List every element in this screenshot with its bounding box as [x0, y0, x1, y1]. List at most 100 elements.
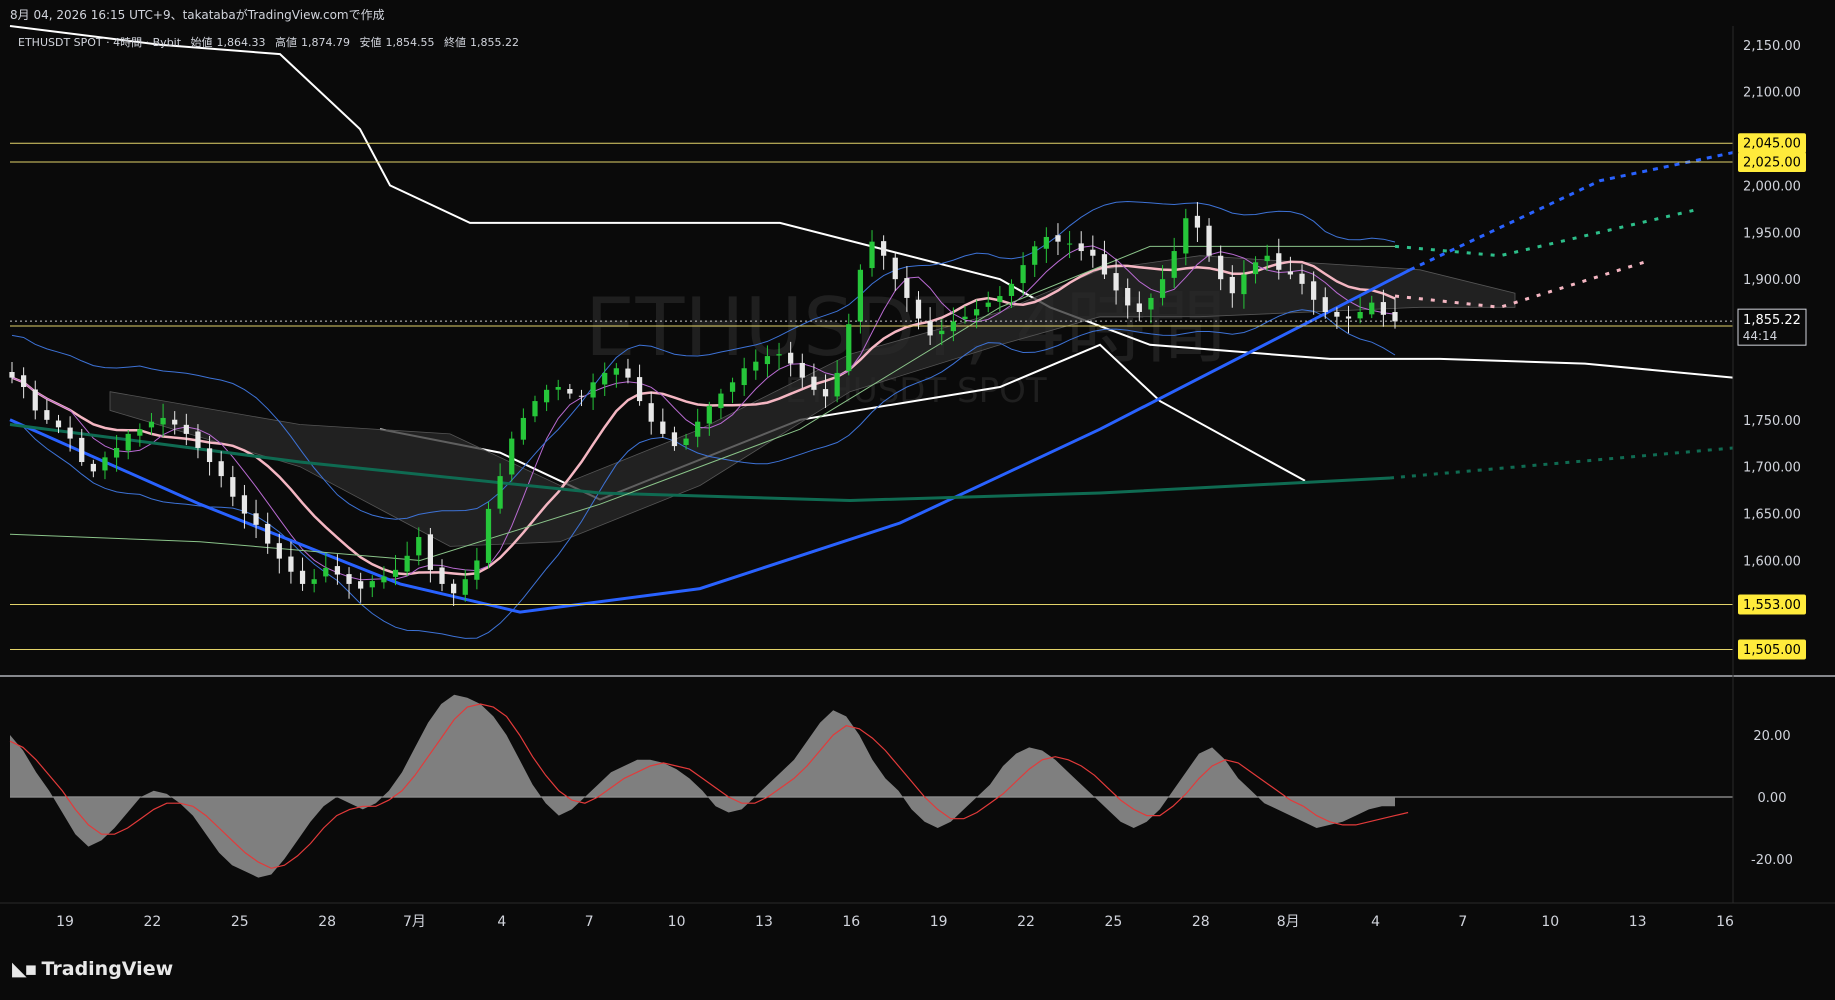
candle-body: [288, 556, 294, 572]
candle-body: [846, 324, 852, 372]
candle-body: [1276, 253, 1282, 270]
time-tick-label: 7: [585, 914, 594, 930]
candle-body: [44, 410, 50, 420]
price-tick-label: 2,000.00: [1743, 179, 1801, 194]
candle-body: [881, 241, 887, 256]
candle-body: [892, 257, 898, 280]
chart-canvas[interactable]: ETHUSDT, 4時間 ETHUSDT SPOT 2,045.002,025.…: [0, 0, 1835, 1000]
candle-body: [183, 424, 189, 434]
brand-name: TradingView: [41, 958, 174, 980]
candle-body: [1229, 276, 1235, 294]
time-tick-label: 19: [930, 914, 948, 930]
time-tick-label: 4: [497, 914, 506, 930]
last-price-text: 1,855.22: [1743, 313, 1801, 328]
high-label: 高値: [275, 36, 298, 49]
close-value: 1,855.22: [470, 36, 519, 49]
time-tick-label: 4: [1371, 914, 1380, 930]
candle-body: [1183, 218, 1189, 254]
candle-body: [1159, 279, 1166, 298]
candle-body: [462, 579, 468, 595]
bar-countdown: 44:14: [1743, 329, 1778, 343]
candle-body: [822, 389, 829, 397]
candle-body: [9, 372, 15, 378]
price-tick-label: 1,750.00: [1743, 414, 1801, 429]
candle-body: [346, 574, 352, 584]
price-tick-label: 2,150.00: [1743, 39, 1801, 54]
candle-body: [1032, 246, 1038, 265]
candle-body: [1322, 297, 1328, 312]
candle-body: [1194, 215, 1201, 228]
candle-body: [404, 555, 410, 572]
candle-body: [509, 438, 515, 475]
candle-body: [276, 543, 282, 559]
candle-body: [1299, 273, 1305, 284]
time-tick-label: 22: [143, 914, 161, 930]
candle-body: [241, 495, 248, 514]
footer: [0, 940, 1835, 1000]
candle-body: [648, 403, 654, 422]
candle-body: [90, 463, 96, 472]
candle-body: [102, 457, 108, 471]
low-label: 安値: [359, 36, 382, 49]
candle-body: [706, 405, 712, 424]
candle-body: [392, 569, 399, 577]
candle-body: [125, 433, 131, 451]
candle-body: [1101, 254, 1108, 275]
price-tick-label: 2,100.00: [1743, 86, 1801, 101]
candle-body: [21, 375, 27, 388]
candle-body: [636, 377, 643, 402]
time-tick-label: 28: [318, 914, 336, 930]
candle-body: [137, 429, 143, 436]
candle-body: [578, 395, 585, 397]
macd-tick-label: -20.00: [1751, 853, 1793, 868]
candle-body: [718, 393, 724, 409]
price-tick-label: 1,900.00: [1743, 273, 1801, 288]
candle-body: [323, 567, 329, 577]
time-tick-label: 19: [56, 914, 74, 930]
candle-body: [869, 241, 875, 269]
time-tick-label: 22: [1017, 914, 1035, 930]
candle-body: [962, 316, 968, 320]
candle-body: [904, 278, 910, 298]
candle-body: [602, 372, 608, 385]
price-tick-label: 1,600.00: [1743, 554, 1801, 569]
candle-body: [950, 321, 956, 332]
macd-tick-label: 20.00: [1753, 729, 1790, 744]
close-label: 終値: [444, 36, 466, 49]
candle-body: [1357, 311, 1363, 319]
candle-body: [79, 437, 85, 463]
candle-body: [358, 581, 364, 589]
candle-body: [427, 534, 434, 570]
candle-body: [253, 513, 259, 525]
level-label: 2,025.00: [1743, 155, 1801, 170]
candle-body: [927, 321, 933, 336]
candle-body: [1311, 281, 1317, 300]
candle-body: [218, 461, 224, 477]
candle-body: [1334, 311, 1340, 317]
time-tick-label: 13: [755, 914, 773, 930]
candle-body: [997, 296, 1003, 302]
candle-body: [753, 361, 759, 371]
candle-body: [776, 354, 782, 356]
candle-body: [1218, 255, 1224, 280]
candle-body: [230, 477, 236, 497]
candle-body: [543, 389, 550, 403]
candle-body: [567, 389, 573, 394]
candle-body: [497, 476, 503, 509]
price-tick-label: 1,650.00: [1743, 508, 1801, 523]
candle-body: [1369, 302, 1375, 315]
candle-body: [148, 421, 155, 428]
candle-body: [590, 382, 596, 398]
tradingview-logo-icon: ◣▪: [12, 958, 37, 980]
candle-body: [1136, 303, 1142, 312]
tradingview-logo[interactable]: ◣▪ TradingView: [12, 958, 173, 980]
candle-body: [671, 432, 678, 447]
level-label: 1,553.00: [1743, 598, 1801, 613]
candle-body: [788, 352, 794, 364]
symbol-label[interactable]: ETHUSDT SPOT · 4時間 · Bybit: [18, 36, 181, 49]
time-tick-label: 10: [1541, 914, 1559, 930]
candle-body: [660, 421, 666, 434]
candle-body: [1078, 243, 1084, 252]
candle-body: [1090, 249, 1096, 256]
candle-body: [613, 368, 619, 375]
